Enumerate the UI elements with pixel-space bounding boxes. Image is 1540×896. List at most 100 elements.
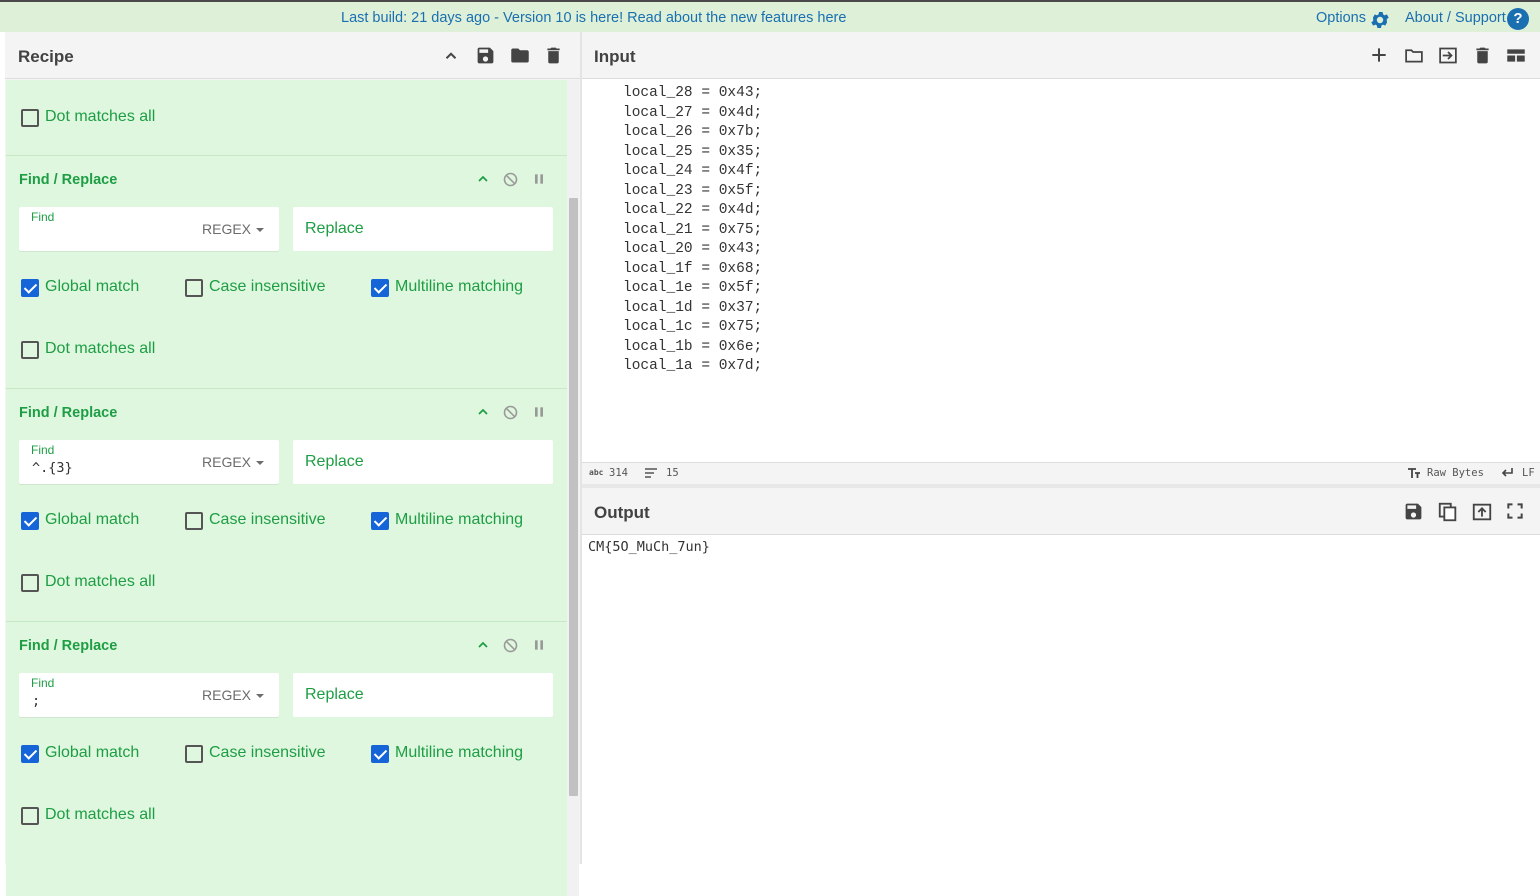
save-icon[interactable] [1403,501,1424,522]
input-title: Input [594,47,636,66]
case-insensitive-label: Case insensitive [209,511,326,528]
global-match-checkbox[interactable] [21,512,39,530]
disable-icon[interactable] [502,404,519,421]
dot-matches-all-label: Dot matches all [45,108,156,125]
multiline-matching-checkbox[interactable] [371,745,389,763]
output-pane: Output CM{5O_MuCh_7un} [582,488,1540,864]
case-insensitive-checkbox[interactable] [185,279,203,297]
caret-down-icon [256,228,265,233]
replace-input[interactable]: Replace [293,673,553,717]
multiline-matching-label: Multiline matching [395,511,524,528]
output-text[interactable]: CM{5O_MuCh_7un} [588,539,710,555]
chevron-up-icon[interactable] [475,637,491,653]
plus-icon[interactable] [1369,45,1389,65]
input-header: Input [582,32,1540,79]
output-header: Output [582,488,1540,535]
chevron-up-icon[interactable] [442,47,460,65]
disable-icon[interactable] [502,637,519,654]
recipe-operation-list: Dot matches all Find / Replace Find REGE… [6,80,567,896]
input-encoding[interactable]: Raw Bytes [1427,467,1484,479]
eol-icon [1500,467,1514,479]
regex-mode-dropdown[interactable]: REGEX [202,221,265,237]
dot-matches-all-label: Dot matches all [45,806,156,823]
regex-mode-dropdown[interactable]: REGEX [202,687,265,703]
copy-icon[interactable] [1437,501,1459,523]
trash-icon[interactable] [543,45,564,66]
pause-icon[interactable] [531,637,547,653]
operation-title: Find / Replace [19,172,118,188]
find-input[interactable]: Find ; REGEX [19,673,279,717]
options-link[interactable]: Options [1316,10,1366,26]
input-pane: Input local_28 = 0x43; local_27 = 0x4d; … [582,32,1540,487]
operation-title: Find / Replace [19,638,118,654]
case-insensitive-label: Case insensitive [209,278,326,295]
disable-icon[interactable] [502,171,519,188]
top-banner: Last build: 21 days ago - Version 10 is … [0,0,1540,32]
find-replace-operation: Find / Replace Find ; REGEX Replace Glob… [6,621,567,855]
replace-input-icon[interactable] [1471,501,1493,523]
dot-matches-all-checkbox[interactable] [21,109,39,127]
replace-placeholder: Replace [305,686,364,703]
input-lines: 15 [666,467,679,479]
global-match-checkbox[interactable] [21,745,39,763]
about-support-link[interactable]: About / Support [1405,10,1506,26]
chevron-up-icon[interactable] [475,171,491,187]
replace-placeholder: Replace [305,220,364,237]
multiline-matching-checkbox[interactable] [371,279,389,297]
find-replace-operation: Find / Replace Find ^.{3} REGEX Replace … [6,388,567,622]
multiline-matching-label: Multiline matching [395,278,524,295]
find-replace-operation: Find / Replace Find REGEX Replace Global… [6,155,567,389]
find-input[interactable]: Find ^.{3} REGEX [19,440,279,484]
replace-placeholder: Replace [305,453,364,470]
recipe-header: Recipe [5,32,580,79]
input-eol[interactable]: LF [1522,467,1535,479]
find-label: Find [31,210,55,224]
replace-input[interactable]: Replace [293,207,553,251]
length-icon: abc [589,468,604,477]
dot-matches-all-checkbox[interactable] [21,341,39,359]
case-insensitive-checkbox[interactable] [185,745,203,763]
caret-down-icon [256,694,265,699]
folder-open-icon[interactable] [1403,45,1425,66]
scrollbar-thumb[interactable] [569,198,578,796]
fullscreen-icon[interactable] [1505,501,1525,521]
find-input[interactable]: Find REGEX [19,207,279,251]
find-value: ; [32,693,41,709]
gear-icon[interactable] [1369,9,1391,31]
recipe-scrollbar[interactable] [567,80,579,896]
save-icon[interactable] [475,45,496,66]
dot-matches-all-checkbox[interactable] [21,807,39,825]
recipe-title: Recipe [18,47,74,66]
trash-icon[interactable] [1472,45,1493,66]
build-notice-link[interactable]: Last build: 21 days ago - Version 10 is … [341,10,846,26]
find-value: ^.{3} [32,460,73,476]
import-icon[interactable] [1437,45,1459,66]
case-insensitive-checkbox[interactable] [185,512,203,530]
global-match-label: Global match [45,744,140,761]
pause-icon[interactable] [531,404,547,420]
replace-input[interactable]: Replace [293,440,553,484]
chevron-up-icon[interactable] [475,404,491,420]
layout-icon[interactable] [1505,45,1527,66]
input-textarea[interactable]: local_28 = 0x43; local_27 = 0x4d; local_… [623,84,762,377]
find-label: Find [31,676,55,690]
dot-matches-all-checkbox[interactable] [21,574,39,592]
output-title: Output [594,503,650,522]
regex-mode-label: REGEX [202,454,252,470]
recipe-panel: Recipe Dot matches all Find / Replace Fi… [5,32,580,896]
pause-icon[interactable] [531,171,547,187]
global-match-checkbox[interactable] [21,279,39,297]
operation-title: Find / Replace [19,405,118,421]
regex-mode-dropdown[interactable]: REGEX [202,454,265,470]
help-icon[interactable]: ? [1507,8,1529,30]
global-match-label: Global match [45,278,140,295]
global-match-label: Global match [45,511,140,528]
multiline-matching-label: Multiline matching [395,744,524,761]
input-length: 314 [609,467,628,479]
folder-open-icon[interactable] [509,45,531,66]
lines-icon [645,468,657,478]
operation-tail: Dot matches all [6,80,567,155]
dot-matches-all-label: Dot matches all [45,340,156,357]
multiline-matching-checkbox[interactable] [371,512,389,530]
text-format-icon[interactable] [1407,467,1421,479]
